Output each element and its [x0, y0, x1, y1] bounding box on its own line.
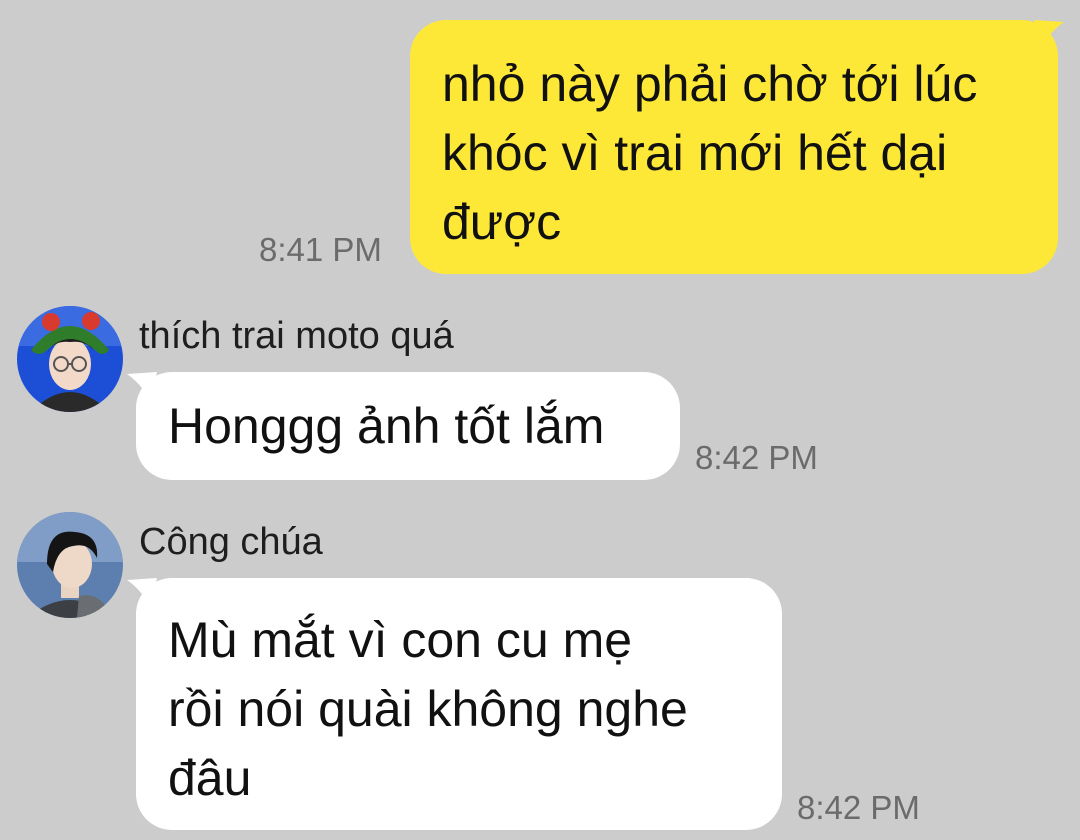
user-avatar-dark-hair-icon: [17, 512, 123, 618]
message-bubble[interactable]: Mù mắt vì con cu mẹ rồi nói quài không n…: [136, 578, 782, 830]
sender-name: Công chúa: [139, 521, 323, 563]
message-bubble[interactable]: Honggg ảnh tốt lắm: [136, 372, 680, 480]
message-timestamp: 8:42 PM: [797, 789, 920, 826]
sender-name: thích trai moto quá: [139, 315, 454, 357]
message-text: nhỏ này phải chờ tới lúc khóc vì trai mớ…: [442, 56, 978, 250]
sender-avatar[interactable]: [17, 512, 123, 618]
message-text: Mù mắt vì con cu mẹ rồi nói quài không n…: [168, 612, 688, 806]
chat-message-list: nhỏ này phải chờ tới lúc khóc vì trai mớ…: [0, 0, 1080, 840]
message-timestamp: 8:42 PM: [695, 439, 818, 476]
message-timestamp: 8:41 PM: [259, 231, 382, 268]
message-bubble[interactable]: nhỏ này phải chờ tới lúc khóc vì trai mớ…: [410, 20, 1058, 274]
sender-avatar[interactable]: [17, 306, 123, 412]
user-avatar-green-hat-icon: [17, 306, 123, 412]
message-text: Honggg ảnh tốt lắm: [168, 398, 605, 454]
